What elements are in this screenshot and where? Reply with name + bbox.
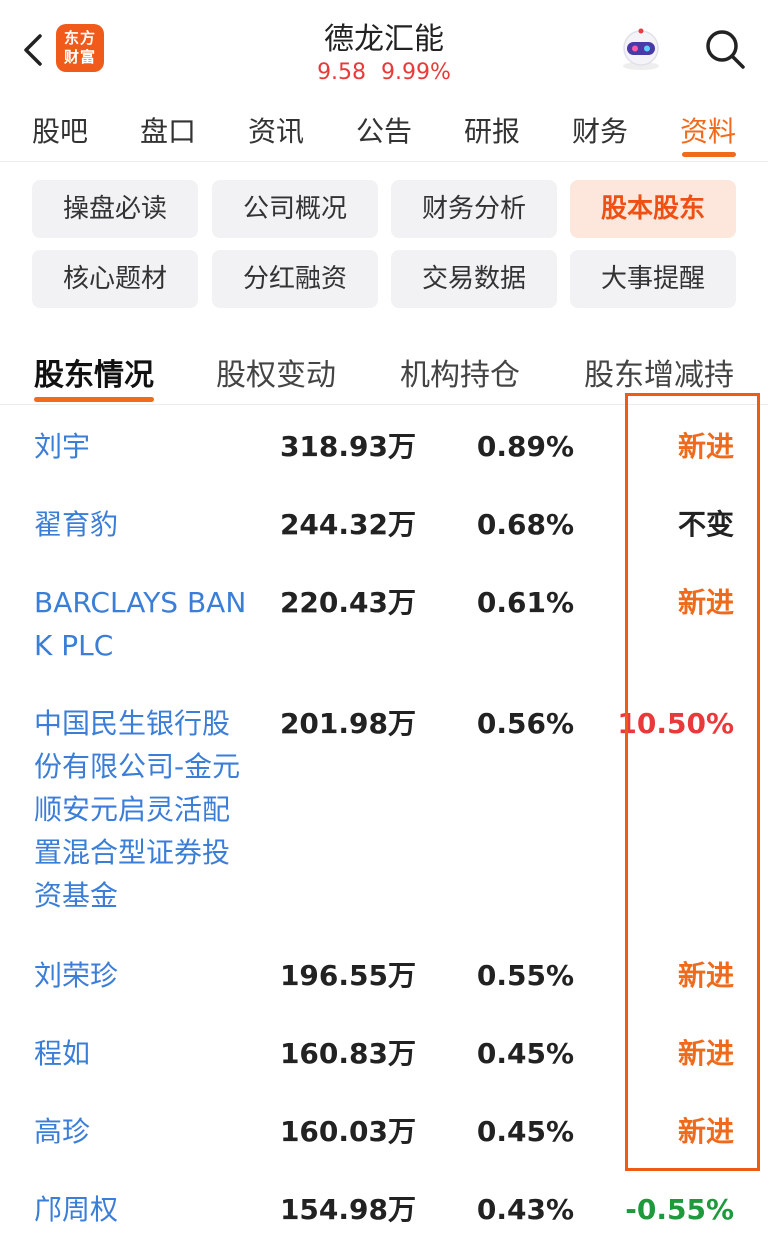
tab-research[interactable]: 研报 [464, 110, 520, 150]
tab-announcements[interactable]: 公告 [356, 110, 412, 150]
holding-pct: 0.61% [476, 586, 574, 619]
holding-pct: 0.45% [476, 1037, 574, 1070]
shareholder-name[interactable]: 邝周权 [34, 1188, 254, 1231]
active-tab-indicator [682, 152, 736, 157]
tab-pankou[interactable]: 盘口 [140, 110, 196, 150]
chip-shareholders[interactable]: 股本股东 [570, 180, 736, 238]
shares-held: 201.98万 [279, 707, 416, 740]
tab-finance[interactable]: 财务 [572, 110, 628, 150]
stock-price: 9.58 [317, 60, 367, 85]
chip-financial-analysis[interactable]: 财务分析 [391, 180, 557, 238]
holding-pct: 0.45% [476, 1115, 574, 1148]
shares-held: 160.03万 [279, 1115, 416, 1148]
holding-change: -0.55% [625, 1193, 734, 1226]
main-tabs: 股吧 盘口 资讯 公告 研报 财务 资料 [0, 96, 768, 162]
shareholder-name[interactable]: 程如 [34, 1032, 254, 1075]
shares-held: 160.83万 [279, 1037, 416, 1070]
shareholder-name[interactable]: 刘荣珍 [34, 954, 254, 997]
tab-profile[interactable]: 资料 [680, 110, 736, 150]
shares-held: 154.98万 [279, 1193, 416, 1226]
shares-held: 196.55万 [279, 959, 416, 992]
shares-held: 318.93万 [279, 430, 416, 463]
subtab-shareholder-status[interactable]: 股东情况 [34, 350, 154, 394]
robot-assistant-icon[interactable] [614, 26, 668, 72]
subtab-equity-changes[interactable]: 股权变动 [216, 350, 336, 394]
shareholder-name[interactable]: 刘宇 [34, 425, 254, 468]
stock-change-pct: 9.99% [381, 60, 451, 85]
chip-dividends-financing[interactable]: 分红融资 [212, 250, 378, 308]
active-subtab-indicator [34, 397, 154, 402]
shares-held: 220.43万 [279, 586, 416, 619]
chip-company-overview[interactable]: 公司概况 [212, 180, 378, 238]
search-icon[interactable] [702, 26, 748, 72]
holding-pct: 0.68% [476, 508, 574, 541]
tab-news[interactable]: 资讯 [248, 110, 304, 150]
holding-pct: 0.56% [476, 707, 574, 740]
shareholder-name[interactable]: BARCLAYS BANK PLC [34, 581, 254, 667]
shareholder-name[interactable]: 高珍 [34, 1110, 254, 1153]
tab-guba[interactable]: 股吧 [32, 110, 88, 150]
shareholder-name[interactable]: 翟育豹 [34, 503, 254, 546]
holding-pct: 0.43% [476, 1193, 574, 1226]
subtab-institutional-holdings[interactable]: 机构持仓 [400, 350, 520, 394]
chip-major-events[interactable]: 大事提醒 [570, 250, 736, 308]
holding-pct: 0.89% [476, 430, 574, 463]
shareholder-name[interactable]: 中国民生银行股份有限公司-金元顺安元启灵活配置混合型证券投资基金 [34, 702, 254, 917]
chip-core-themes[interactable]: 核心题材 [32, 250, 198, 308]
subtab-holding-changes[interactable]: 股东增减持 [584, 350, 734, 394]
chip-trading-data[interactable]: 交易数据 [391, 250, 557, 308]
top-bar: 东方 财富 德龙汇能 9.58 9.99% [0, 0, 768, 96]
chip-trading-guide[interactable]: 操盘必读 [32, 180, 198, 238]
holding-pct: 0.55% [476, 959, 574, 992]
highlight-annotation-box [625, 393, 760, 1171]
shares-held: 244.32万 [279, 508, 416, 541]
